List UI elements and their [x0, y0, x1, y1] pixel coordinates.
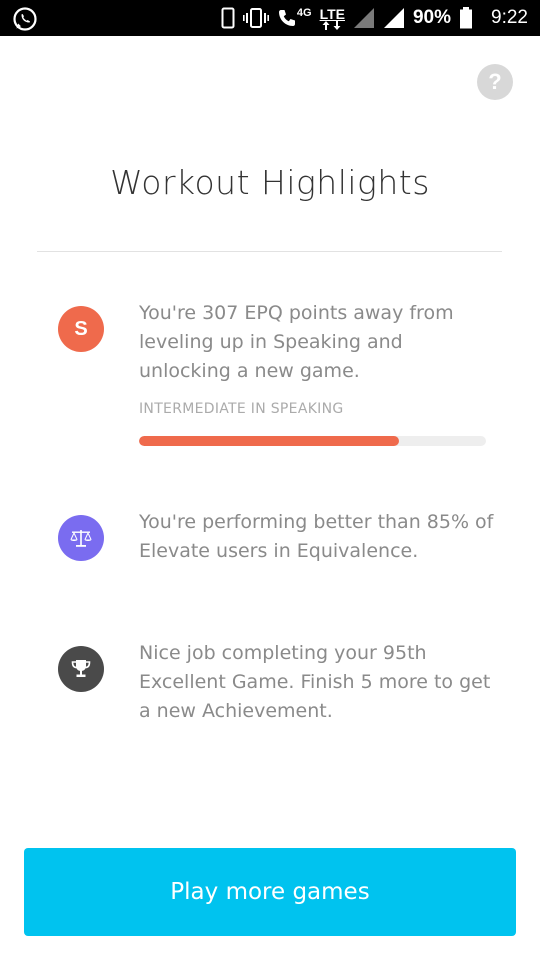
whatsapp-icon — [12, 6, 38, 32]
status-icons: 4G LTE 90% 9:22 — [221, 0, 528, 36]
vibrate-icon — [242, 7, 269, 29]
help-button[interactable]: ? — [477, 64, 513, 100]
battery-percent: 90% — [412, 7, 452, 28]
divider — [37, 251, 502, 252]
highlight-speaking-text: You're 307 EPQ points away from leveling… — [139, 302, 454, 382]
highlight-achievement-text: Nice job completing your 95th Excellent … — [139, 642, 491, 722]
network-type: 4G — [296, 7, 312, 19]
progress-label: INTERMEDIATE IN SPEAKING — [139, 401, 344, 417]
network-label: LTE — [319, 5, 345, 22]
signal-icon — [353, 7, 375, 29]
status-bar: 4G LTE 90% 9:22 — [0, 0, 540, 36]
trophy-icon — [58, 646, 104, 692]
phone-icon — [221, 7, 235, 29]
help-icon: ? — [488, 69, 502, 94]
signal-icon — [383, 7, 405, 29]
speaking-progress-fill — [139, 436, 400, 446]
scale-icon — [58, 515, 104, 561]
speaking-badge-letter: S — [74, 317, 88, 340]
highlight-equivalence-text: You're performing better than 85% of Ele… — [139, 511, 494, 562]
clock: 9:22 — [491, 7, 528, 28]
speaking-progress-bar — [139, 436, 486, 446]
lte-indicator: LTE — [320, 7, 345, 30]
battery-icon — [459, 7, 473, 29]
play-more-games-button[interactable]: Play more games — [24, 848, 516, 936]
page-title: Workout Highlights — [110, 163, 430, 202]
speaking-badge-icon: S — [58, 306, 104, 352]
call-icon: 4G — [277, 8, 312, 28]
